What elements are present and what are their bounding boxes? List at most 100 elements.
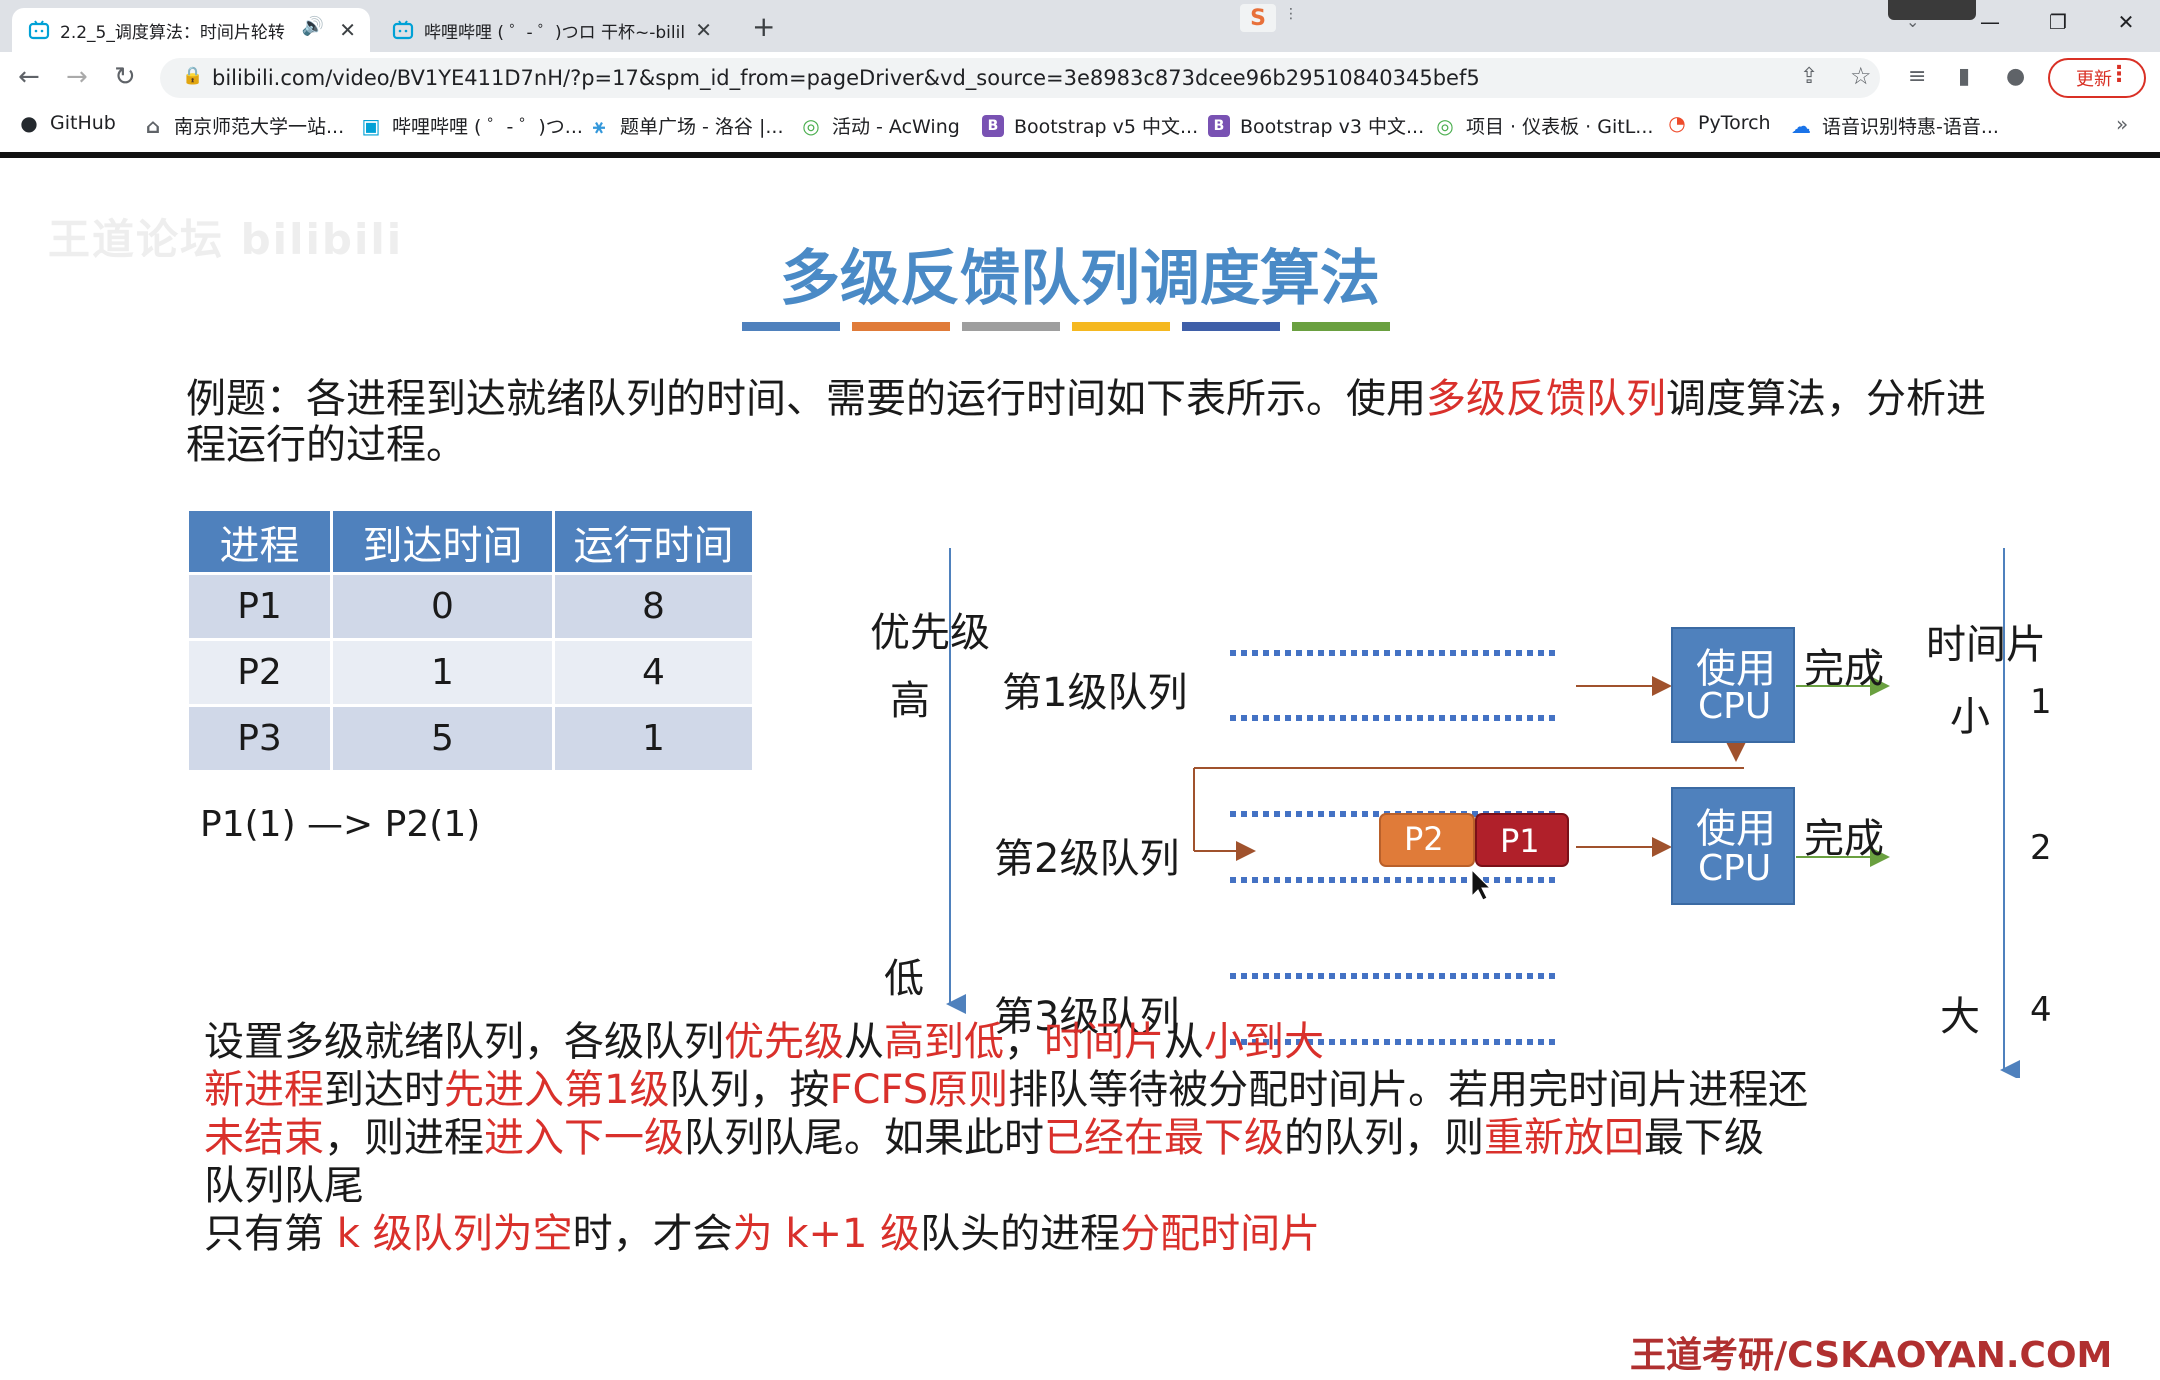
slice-value-3: 4 <box>2030 990 2052 1030</box>
note-highlight: 高到低 <box>884 1019 1004 1065</box>
slide-title: 多级反馈队列调度算法 <box>780 244 1380 314</box>
share-icon[interactable]: ⇪ <box>1800 64 1818 89</box>
home-icon: ⌂ <box>145 113 161 138</box>
minimize-icon[interactable]: — <box>1956 0 2024 44</box>
tab-strip: 2.2_5_调度算法：时间片轮转 🔊 ✕ 哔哩哔哩 ( ゜- ゜)つロ 干杯~-… <box>0 0 2160 52</box>
note-text: 最下级 <box>1644 1115 1764 1161</box>
bookmark-item[interactable]: ⌂ 南京师范大学一站... <box>142 112 344 139</box>
slice-value-2: 2 <box>2030 828 2052 868</box>
note-text: 队列队尾 <box>204 1163 364 1209</box>
address-bar[interactable]: 🔒 bilibili.com/video/BV1YE411D7nH/?p=17&… <box>160 58 1880 98</box>
lock-icon[interactable]: 🔒 <box>182 66 203 86</box>
url-text[interactable]: bilibili.com/video/BV1YE411D7nH/?p=17&sp… <box>212 66 1480 90</box>
sogou-extension-icon[interactable]: S <box>1240 4 1276 32</box>
bookmark-item[interactable]: ▣ 哔哩哔哩 ( ゜- ゜)つ... <box>360 112 583 139</box>
gitlab-icon: ◎ <box>1436 113 1454 138</box>
note-highlight: 分配时间片 <box>1120 1211 1321 1257</box>
table-cell: 5 <box>330 704 555 773</box>
note-highlight: 未结束 <box>204 1115 324 1161</box>
update-label: 更新 <box>2076 69 2112 90</box>
bootstrap-icon: B <box>982 114 1004 137</box>
note-text: 只有第 <box>204 1211 337 1257</box>
back-icon[interactable]: ← <box>18 62 40 92</box>
note-text: 时，才会 <box>572 1211 733 1257</box>
cpu-1-line2: CPU <box>1698 686 1772 727</box>
close-window-icon[interactable]: ✕ <box>2092 0 2160 44</box>
bookmark-item[interactable]: ◔ PyTorch <box>1666 111 1771 135</box>
bookmark-label: 题单广场 - 洛谷 |... <box>620 116 784 138</box>
media-control-icon[interactable]: ≡ <box>1908 64 1926 89</box>
done-label-1: 完成 <box>1804 646 1884 692</box>
brand-footer: 王道考研/CSKAOYAN.COM <box>1630 1335 2113 1376</box>
reload-icon[interactable]: ↻ <box>114 62 136 92</box>
diagram-lines <box>946 548 2020 1078</box>
table-cell: 1 <box>552 704 755 773</box>
github-icon: ● <box>20 111 38 135</box>
chevron-down-icon[interactable]: ⋮ <box>1284 6 1298 22</box>
bookmark-item[interactable]: B Bootstrap v3 中文... <box>1208 112 1424 139</box>
bookmarks-bar: ● GitHub ⌂ 南京师范大学一站... ▣ 哔哩哔哩 ( ゜- ゜)つ... ⚹ 题单广… <box>0 104 2160 148</box>
notes-text: 设置多级就绪队列，各级队列优先级从高到低，时间片从小到大 新进程到达时先进入第1级… <box>204 1018 1808 1258</box>
star-icon[interactable]: ☆ <box>1850 62 1872 90</box>
note-text: 的队列，则 <box>1284 1115 1484 1161</box>
bookmark-label: 哔哩哔哩 ( ゜- ゜)つ... <box>392 116 583 138</box>
tab-inactive[interactable]: 哔哩哔哩 ( ゜- ゜)つロ 干杯~-bilil ✕ <box>376 8 726 52</box>
note-highlight: 已经在最下级 <box>1044 1115 1284 1161</box>
new-tab-button[interactable]: + <box>752 10 775 43</box>
note-text: 到达时 <box>324 1067 444 1113</box>
tab-search-icon[interactable]: ⌄ <box>1906 12 1919 31</box>
bookmark-item[interactable]: ● GitHub <box>18 111 116 135</box>
speaker-icon[interactable]: 🔊 <box>302 16 324 37</box>
bookmark-label: PyTorch <box>1698 112 1771 134</box>
tab-title: 哔哩哔哩 ( ゜- ゜)つロ 干杯~-bilil <box>424 22 686 43</box>
note-text: ， <box>1004 1019 1044 1065</box>
note-line: 设置多级就绪队列，各级队列优先级从高到低，时间片从小到大 <box>204 1018 1808 1066</box>
bookmark-label: 南京师范大学一站... <box>174 116 345 138</box>
table-cell: P1 <box>186 572 333 641</box>
priority-low: 低 <box>884 956 924 1002</box>
menu-icon: ⋮ <box>2108 62 2130 87</box>
cpu-2-line1: 使用 <box>1696 806 1776 852</box>
priority-high: 高 <box>890 678 930 724</box>
video-slide[interactable]: 王道论坛 bilibili 多级反馈队列调度算法 例题：各进程到达就绪队列的时间… <box>0 158 2160 1376</box>
priority-label: 优先级 <box>870 610 990 656</box>
bookmark-item[interactable]: ⚹ 题单广场 - 洛谷 |... <box>588 112 784 139</box>
forward-icon[interactable]: → <box>66 62 88 92</box>
bootstrap-icon: B <box>1208 114 1230 137</box>
note-highlight: 小到大 <box>1204 1019 1324 1065</box>
bookmark-item[interactable]: B Bootstrap v5 中文... <box>982 112 1198 139</box>
table-cell: P2 <box>186 638 333 707</box>
cloud-icon: ☁ <box>1791 113 1811 138</box>
bookmark-label: 活动 - AcWing <box>832 116 960 138</box>
table-cell: 0 <box>330 572 555 641</box>
tab-title: 2.2_5_调度算法：时间片轮转 <box>60 22 285 43</box>
title-bar-segment <box>742 322 840 331</box>
update-button[interactable]: 更新 ⋮ <box>2048 58 2146 98</box>
bilibili-icon <box>392 20 414 40</box>
note-highlight: FCFS原则 <box>829 1067 1009 1113</box>
cpu-2-line2: CPU <box>1698 848 1772 889</box>
title-bar-segment <box>852 322 950 331</box>
bookmark-item[interactable]: ◎ 活动 - AcWing <box>800 112 960 139</box>
note-text: 排队等待被分配时间片。若用完时间片进程还 <box>1008 1067 1809 1113</box>
note-text: 从 <box>844 1019 884 1065</box>
more-bookmarks-icon[interactable]: » <box>2116 112 2128 136</box>
bookmark-item[interactable]: ◎ 项目 · 仪表板 · GitL... <box>1434 112 1653 139</box>
note-text: 设置多级就绪队列，各级队列 <box>204 1019 724 1065</box>
note-line: 新进程到达时先进入第1级队列，按FCFS原则排队等待被分配时间片。若用完时间片进… <box>204 1066 1808 1114</box>
tab-active[interactable]: 2.2_5_调度算法：时间片轮转 🔊 ✕ <box>12 8 370 52</box>
execution-sequence: P1(1) —> P2(1) <box>200 804 481 845</box>
close-tab-icon[interactable]: ✕ <box>695 18 712 42</box>
table-cell: P3 <box>186 704 333 773</box>
note-text: 队列队尾。如果此时 <box>684 1115 1044 1161</box>
window-controls: — ❐ ✕ <box>1956 0 2160 44</box>
side-panel-icon[interactable]: ▮ <box>1958 64 1970 89</box>
browser-chrome: 2.2_5_调度算法：时间片轮转 🔊 ✕ 哔哩哔哩 ( ゜- ゜)つロ 干杯~-… <box>0 0 2160 158</box>
close-tab-icon[interactable]: ✕ <box>339 18 356 42</box>
column-header: 进程 <box>186 508 333 575</box>
acwing-icon: ◎ <box>802 113 820 138</box>
bookmark-item[interactable]: ☁ 语音识别特惠-语音... <box>1790 112 1999 139</box>
note-highlight: 优先级 <box>724 1019 844 1065</box>
restore-icon[interactable]: ❐ <box>2024 0 2092 44</box>
profile-icon[interactable]: ● <box>2006 64 2025 89</box>
